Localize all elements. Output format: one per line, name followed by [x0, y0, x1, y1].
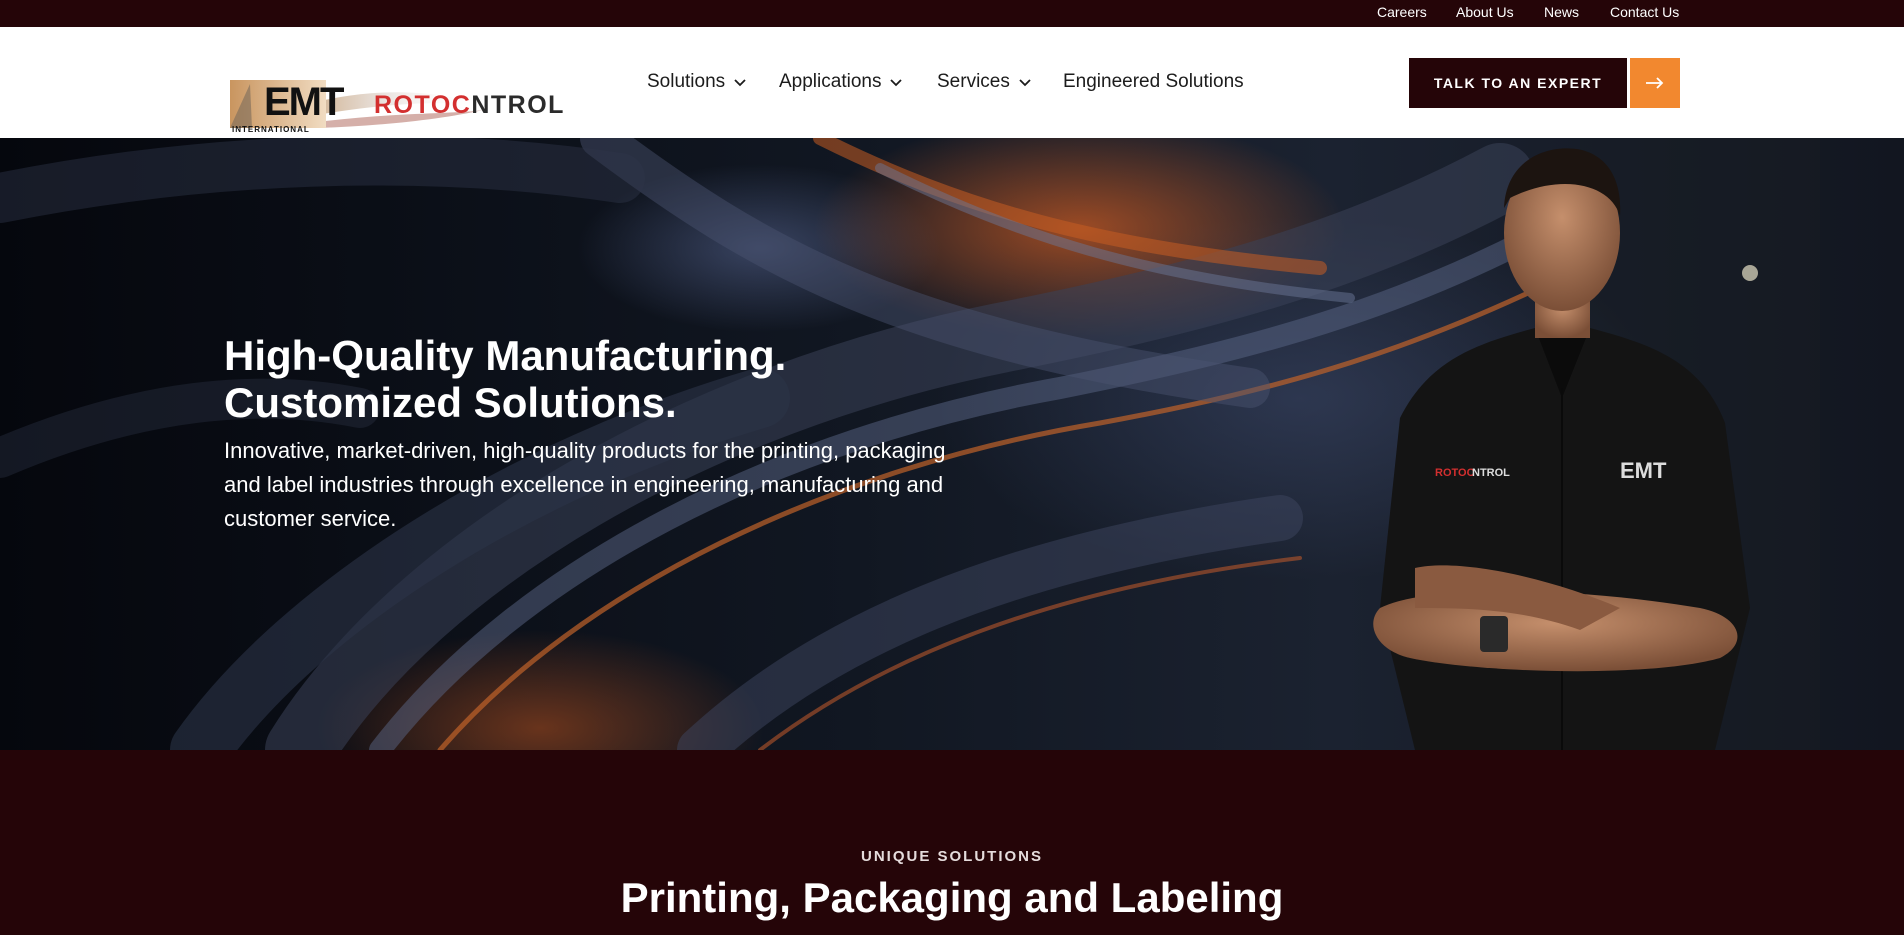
unique-solutions-section: UNIQUE SOLUTIONS Printing, Packaging and…: [0, 750, 1904, 935]
logo-ntrol-text: NTROL: [471, 91, 565, 119]
chevron-down-icon: [1019, 79, 1031, 87]
nav-engineered-solutions-label: Engineered Solutions: [1063, 71, 1244, 92]
section-title: Printing, Packaging and Labeling: [620, 874, 1284, 921]
nav-engineered-solutions[interactable]: Engineered Solutions: [1063, 71, 1244, 93]
nav-services-label: Services: [937, 71, 1010, 92]
hero-heading: High-Quality Manufacturing. Customized S…: [224, 332, 1024, 426]
careers-link[interactable]: Careers: [1377, 4, 1427, 20]
talk-to-expert-button[interactable]: TALK TO AN EXPERT: [1409, 58, 1627, 108]
hero-heading-line-2: Customized Solutions.: [224, 379, 677, 426]
logo-international-text: INTERNATIONAL: [232, 125, 310, 134]
chevron-down-icon: [734, 79, 746, 87]
contact-us-link[interactable]: Contact Us: [1610, 4, 1679, 20]
hero-banner: ROTOC NTROL EMT High-Quality Manufacturi…: [0, 138, 1904, 750]
cta-arrow-button[interactable]: [1630, 58, 1680, 108]
chevron-down-icon: [890, 79, 903, 87]
hero-heading-line-1: High-Quality Manufacturing.: [224, 332, 787, 379]
svg-text:EMT: EMT: [1620, 458, 1667, 483]
nav-solutions[interactable]: Solutions: [647, 71, 747, 93]
logo-emt-text: EMT: [264, 80, 344, 124]
hero-technician-image: ROTOC NTROL EMT: [1373, 138, 1820, 750]
logo-roto-text: ROTOC: [374, 91, 472, 119]
section-eyebrow: UNIQUE SOLUTIONS: [860, 848, 1043, 865]
nav-applications[interactable]: Applications: [779, 71, 903, 93]
nav-services[interactable]: Services: [937, 71, 1032, 93]
utility-bar: Careers About Us News Contact Us: [0, 0, 1904, 27]
logo-rotocontrol-text: ROTOCNTROL: [374, 91, 565, 120]
nav-solutions-label: Solutions: [647, 71, 726, 92]
site-logo[interactable]: EMT INTERNATIONAL ROTOCNTROL: [228, 50, 598, 142]
hero-subtitle: Innovative, market-driven, high-quality …: [224, 438, 946, 531]
arrow-right-icon: [1646, 77, 1664, 89]
nav-applications-label: Applications: [779, 71, 882, 92]
about-us-link[interactable]: About Us: [1456, 4, 1514, 20]
svg-text:NTROL: NTROL: [1472, 467, 1510, 479]
site-header: EMT INTERNATIONAL ROTOCNTROL Solutions A…: [0, 27, 1904, 138]
svg-text:ROTOC: ROTOC: [1435, 467, 1475, 479]
news-link[interactable]: News: [1544, 4, 1579, 20]
